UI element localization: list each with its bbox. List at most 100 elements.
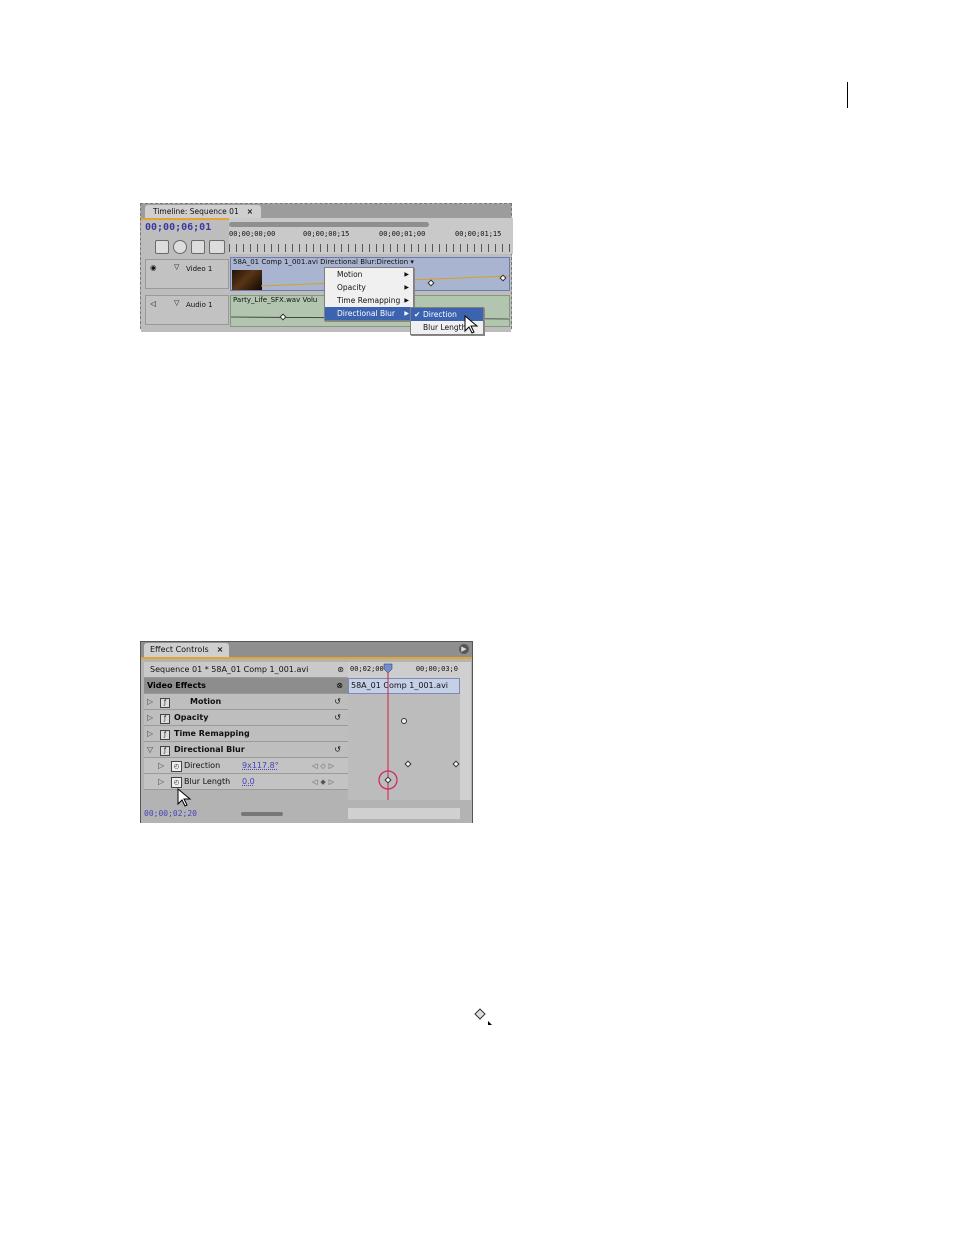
menu-item-label: Directional Blur [337,309,396,318]
property-row-direction[interactable]: ▷ ◴ Direction 9x117.8° ◁◇▷ [144,758,348,774]
property-value[interactable]: 9x117.8° [242,758,279,774]
audio-track-name: Audio 1 [186,301,213,309]
keyframe-dot [401,718,407,724]
submenu-arrow-icon: ▶ [404,284,409,291]
reset-icon[interactable]: ↺ [334,710,341,726]
menu-item-time-remapping[interactable]: Time Remapping ▶ [325,294,413,307]
panel-menu-icon[interactable]: ▶ [459,644,469,654]
reset-icon[interactable]: ↺ [334,742,341,758]
effect-row-motion[interactable]: ▷ ƒ Motion ↺ [144,694,348,710]
video-effects-header: Video Effects ⊗ [144,678,348,694]
expand-triangle-icon[interactable]: ▷ [158,774,164,790]
ruler-label: 00;00;00;00 [229,230,276,238]
add-remove-keyframe-icon [474,1008,492,1025]
property-row-blur-length[interactable]: ▷ ◴ Blur Length 0.0 ◁◆▷ [144,774,348,790]
audio-track-header[interactable]: ◁ ▽ Audio 1 [145,295,229,325]
page-margin-rule [847,82,848,108]
horizontal-scrollbar[interactable] [348,808,460,819]
video-track-header[interactable]: ◉ ▽ Video 1 [145,259,229,289]
effect-label: Directional Blur [174,745,245,754]
effect-row-opacity[interactable]: ▷ ƒ Opacity ↺ [144,710,348,726]
speaker-icon[interactable]: ◁ [150,299,156,308]
effect-controls-tab-label: Effect Controls [150,645,209,654]
menu-item-label: Motion [337,270,363,279]
expand-triangle-icon[interactable]: ▷ [147,694,153,710]
sequence-label: Sequence 01 * 58A_01 Comp 1_001.avi [150,665,309,674]
snap-icon[interactable] [155,240,169,254]
effect-label: Motion [190,697,222,706]
submenu-arrow-icon: ▶ [404,271,409,278]
stopwatch-icon[interactable]: ◴ [171,777,182,788]
expand-triangle-icon[interactable]: ▷ [147,710,153,726]
mouse-pointer-icon [464,315,479,334]
keyframe-navigator[interactable]: ◁◇▷ [312,758,337,774]
marker-icon[interactable] [173,240,187,254]
property-value[interactable]: 0.0 [242,774,255,790]
ruler-label: 00;00;00;15 [303,230,350,238]
effect-list: Sequence 01 * 58A_01 Comp 1_001.avi ⊛ Vi… [144,662,348,800]
timeline-timecode[interactable]: 00;00;06;01 [145,222,211,233]
video-clip-title[interactable]: 58A_01 Comp 1_001.avi Directional Blur:D… [233,258,414,266]
timeline-tab[interactable]: Timeline: Sequence 01 × [145,205,262,218]
edit-icon[interactable] [191,240,205,254]
menu-item-label: Opacity [337,283,366,292]
reset-icon[interactable]: ↺ [334,694,341,710]
keyframe-diamond[interactable] [279,313,287,321]
collapse-triangle-icon[interactable]: ▽ [174,299,179,307]
effect-row-directional-blur[interactable]: ▽ ƒ Directional Blur ↺ [144,742,348,758]
property-menu: Motion ▶ Opacity ▶ Time Remapping ▶ Directi… [324,267,414,321]
expand-triangle-icon[interactable]: ▷ [158,758,164,774]
effect-label: Time Remapping [174,729,250,738]
ruler-label: 00;00;01;15 [455,230,502,238]
submenu-arrow-icon: ▶ [404,297,409,304]
keyframe-diamond [452,760,460,768]
fx-toggle-icon[interactable]: ƒ [160,698,170,708]
effect-label: Opacity [174,713,209,722]
menu-item-motion[interactable]: Motion ▶ [325,268,413,281]
close-icon[interactable]: × [247,207,253,216]
stopwatch-icon[interactable]: ◴ [171,761,182,772]
audio-clip-title: Party_Life_SFX.wav Volu [233,296,318,304]
effect-controls-panel: Effect Controls × ▶ Sequence 01 * 58A_01 … [140,641,473,823]
timeline-panel: Timeline: Sequence 01 × 00;00;06;01 00;00… [140,203,513,335]
expand-triangle-icon[interactable]: ▷ [147,726,153,742]
section-header-label: Video Effects [147,681,206,690]
viewing-area-bar[interactable] [229,222,429,227]
video-track-name: Video 1 [186,265,213,273]
close-icon[interactable]: × [217,645,224,654]
menu-item-opacity[interactable]: Opacity ▶ [325,281,413,294]
keyframe-diamond[interactable] [427,279,435,287]
keyframe-diamond [384,776,392,784]
fx-toggle-icon[interactable]: ƒ [160,730,170,740]
keyframe-diamond [404,760,412,768]
show-timeline-icon[interactable]: ⊛ [337,662,344,678]
timeline-tab-row: Timeline: Sequence 01 × [141,204,511,218]
keyframe-navigator[interactable]: ◁◆▷ [312,774,337,790]
ruler-ticks [229,244,513,252]
menu-item-label: Time Remapping [337,296,401,305]
effect-row-time-remapping[interactable]: ▷ ƒ Time Remapping [144,726,348,742]
mouse-pointer-icon [177,788,192,807]
fx-toggle-icon[interactable]: ƒ [160,746,170,756]
menu-item-label: Blur Length [423,323,467,332]
effect-controls-tab[interactable]: Effect Controls × [144,643,230,657]
keyframe-timeline: 00;02;00 00;00;03;0 58A_01 Comp 1_001.av… [348,662,460,800]
collapse-triangle-icon[interactable]: ▽ [147,742,153,758]
sequence-row: Sequence 01 * 58A_01 Comp 1_001.avi ⊛ [144,662,348,678]
current-time-display[interactable]: 00;00;02;20 [144,809,197,818]
menu-item-directional-blur[interactable]: Directional Blur ▶ [325,307,413,320]
zoom-slider[interactable] [241,812,283,816]
vertical-scrollbar[interactable] [460,662,471,800]
timeline-tab-label: Timeline: Sequence 01 [153,207,239,216]
ruler-label: 00;00;01;00 [379,230,426,238]
property-label: Direction [184,761,221,770]
keyframe-track [378,663,460,800]
collapse-icon[interactable]: ⊗ [336,678,343,694]
zoom-icon[interactable] [209,240,225,254]
fx-toggle-icon[interactable]: ƒ [160,714,170,724]
effect-controls-tab-row: Effect Controls × ▶ [141,642,472,657]
collapse-triangle-icon[interactable]: ▽ [174,263,179,271]
timeline-ruler[interactable]: 00;00;00;00 00;00;00;15 00;00;01;00 00;0… [229,218,513,254]
eye-icon[interactable]: ◉ [150,263,157,272]
check-icon: ✔ [414,310,421,319]
